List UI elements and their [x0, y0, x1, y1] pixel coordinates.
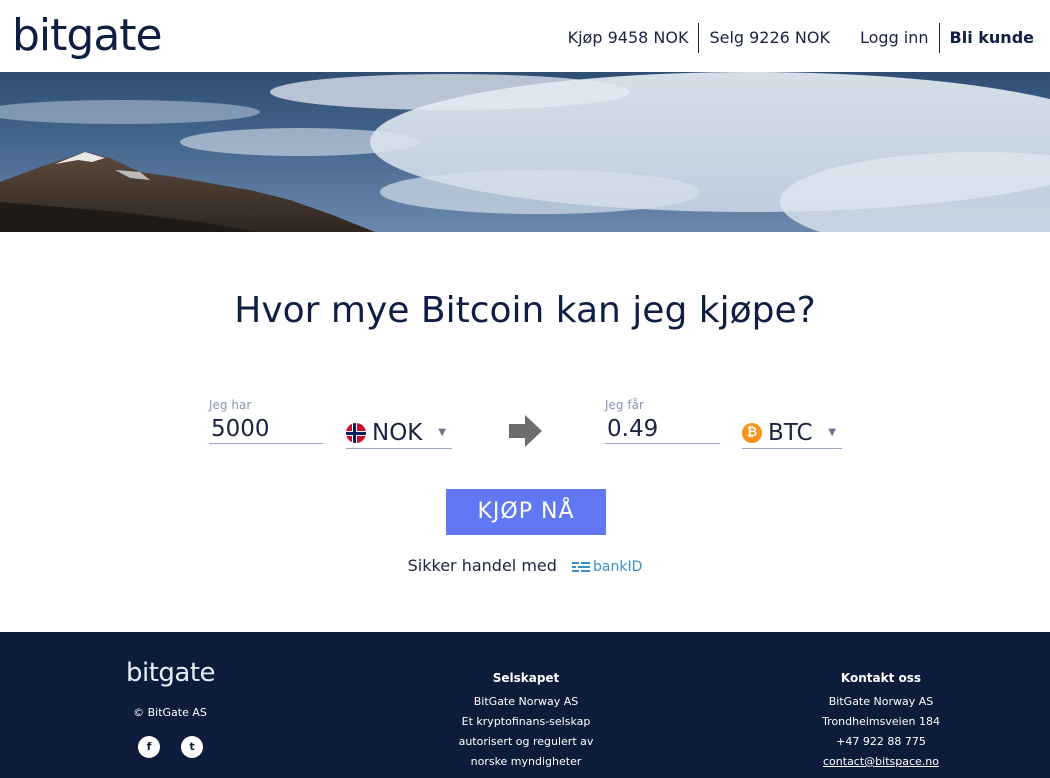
contact-line: Trondheimsveien 184: [822, 715, 940, 728]
copyright: © BitGate AS: [133, 706, 207, 719]
norway-flag-icon: [346, 422, 366, 443]
contact-line: +47 922 88 775: [836, 735, 926, 748]
hero-landscape: [0, 72, 1050, 232]
top-nav: Kjøp 9458 NOK Selg 9226 NOK Logg inn Bli…: [558, 22, 1034, 54]
bankid-icon: [572, 561, 590, 573]
contact-line: BitGate Norway AS: [828, 695, 934, 708]
signup-link[interactable]: Bli kunde: [940, 24, 1034, 52]
have-label: Jeg har: [209, 398, 252, 412]
secure-trade-note: Sikker handel med bankID: [0, 556, 1050, 575]
company-line: autorisert og regulert av: [458, 735, 594, 748]
contact-column: Kontakt oss BitGate Norway AS Trondheims…: [771, 668, 991, 772]
have-currency-label: NOK: [372, 419, 423, 446]
get-field: Jeg får: [605, 398, 720, 444]
buy-now-button[interactable]: KJØP NÅ: [446, 489, 606, 535]
contact-heading: Kontakt oss: [840, 671, 922, 685]
login-link[interactable]: Logg inn: [850, 24, 939, 52]
arrow-right-icon: [509, 415, 542, 447]
bankid-logo: bankID: [572, 559, 642, 575]
company-line: BitGate Norway AS: [473, 695, 579, 708]
caret-down-icon: ▼: [828, 427, 836, 438]
get-currency-label: BTC: [768, 419, 813, 446]
buy-price-link[interactable]: Kjøp 9458 NOK: [558, 24, 699, 52]
company-column: Selskapet BitGate Norway AS Et kryptofin…: [416, 668, 636, 772]
page-title: Hvor mye Bitcoin kan jeg kjøpe?: [234, 290, 816, 331]
hero-mountain-image: [0, 72, 1050, 232]
secure-text: Sikker handel med: [407, 556, 557, 575]
bitgate-logo[interactable]: bitgate: [12, 9, 163, 63]
company-line: norske myndigheter: [470, 755, 582, 768]
twitter-icon[interactable]: t: [181, 736, 203, 758]
have-amount-input[interactable]: [209, 414, 323, 444]
get-currency-select[interactable]: ₿ BTC ▼: [742, 417, 842, 449]
have-field: Jeg har: [209, 398, 323, 444]
facebook-icon[interactable]: f: [138, 736, 160, 758]
bitcoin-icon: ₿: [742, 422, 762, 443]
site-header: bitgate Kjøp 9458 NOK Selg 9226 NOK Logg…: [0, 0, 1050, 72]
contact-email-link[interactable]: contact@bitspace.no: [823, 755, 939, 768]
footer-logo[interactable]: bitgate: [126, 658, 216, 688]
have-currency-select[interactable]: NOK ▼: [346, 417, 452, 449]
get-label: Jeg får: [605, 398, 644, 412]
bankid-text: bankID: [593, 558, 643, 575]
site-footer: bitgate © BitGate AS f t Selskapet BitGa…: [0, 632, 1050, 778]
sell-price-link[interactable]: Selg 9226 NOK: [699, 24, 840, 52]
company-line: Et kryptofinans-selskap: [461, 715, 591, 728]
get-amount-input[interactable]: [605, 414, 720, 444]
caret-down-icon: ▼: [438, 427, 446, 438]
company-heading: Selskapet: [492, 671, 560, 685]
